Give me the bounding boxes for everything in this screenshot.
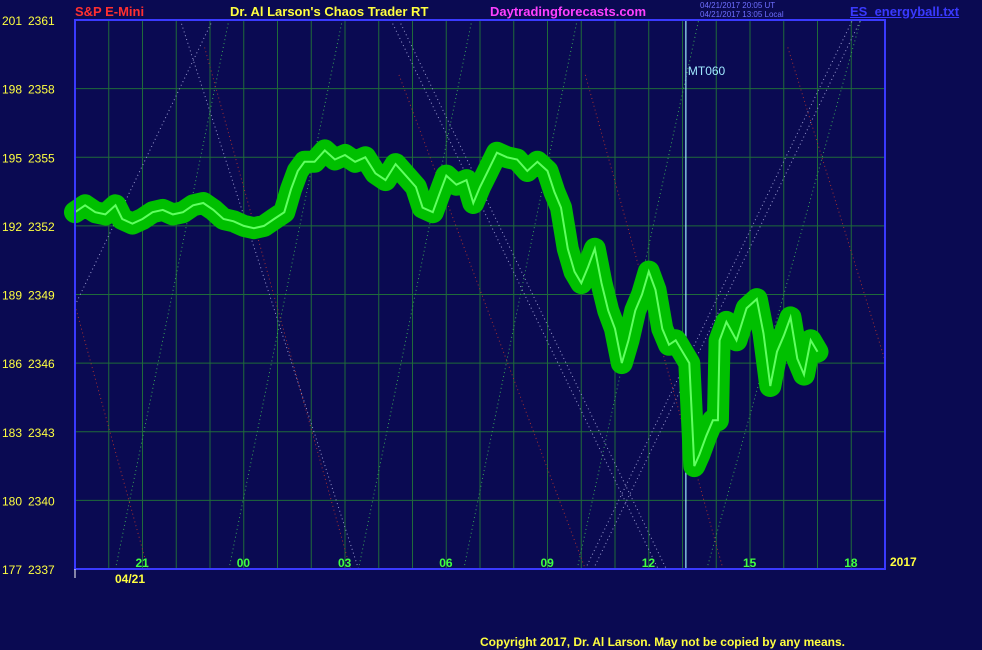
data-file-name: ES_energyball.txt [850, 4, 960, 19]
y-tick-label-left: 195 [2, 151, 22, 165]
y-tick-label-right: 2349 [28, 289, 55, 303]
y-tick-label-left: 186 [2, 357, 22, 371]
flux-line [74, 305, 149, 570]
x-tick-label: 18 [844, 556, 858, 570]
chart-canvas: 201 2361 198 2358 195 2355 192 2352 189 2349 186 23… [2, 14, 917, 586]
y-tick-label-left: 192 [2, 220, 22, 234]
y-tick-label-left: 189 [2, 289, 22, 303]
x-tick-label: 15 [743, 556, 757, 570]
utc-timestamp: 04/21/2017 20:05 UT [700, 1, 776, 10]
y-tick-label-left: 183 [2, 426, 22, 440]
x-tick-label: 21 [136, 556, 150, 570]
flux-line [787, 47, 886, 361]
copyright-notice: Copyright 2017, Dr. Al Larson. May not b… [480, 635, 845, 649]
instrument-title: S&P E-Mini [75, 4, 145, 19]
y-tick-label-right: 2343 [28, 426, 55, 440]
x-tick-label: 06 [439, 556, 453, 570]
y-tick-label-left: 177 [2, 563, 22, 577]
y-tick-label-right: 2361 [28, 14, 55, 28]
y-tick-label-left: 201 [2, 14, 22, 28]
x-tick-label: 00 [237, 556, 251, 570]
flux-line [74, 19, 214, 306]
y-tick-label-left: 198 [2, 83, 22, 97]
y-tick-label-right: 2358 [28, 83, 55, 97]
y-tick-label-left: 180 [2, 494, 22, 508]
y-tick-label-right: 2355 [28, 151, 55, 165]
date-label: 04/21 [115, 572, 145, 586]
y-tick-label-right: 2352 [28, 220, 55, 234]
year-label: 2017 [890, 555, 917, 569]
x-tick-label: 09 [541, 556, 555, 570]
y-tick-label-right: 2346 [28, 357, 55, 371]
x-tick-label: 12 [642, 556, 656, 570]
x-tick-label: 03 [338, 556, 352, 570]
marker-label: MT060 [688, 64, 726, 78]
y-tick-label-right: 2340 [28, 494, 55, 508]
website-link[interactable]: Daytradingforecasts.com [490, 4, 646, 19]
y-tick-label-right: 2337 [28, 563, 55, 577]
software-title: Dr. Al Larson's Chaos Trader RT [230, 4, 429, 19]
local-timestamp: 04/21/2017 13:05 Local [700, 10, 784, 19]
